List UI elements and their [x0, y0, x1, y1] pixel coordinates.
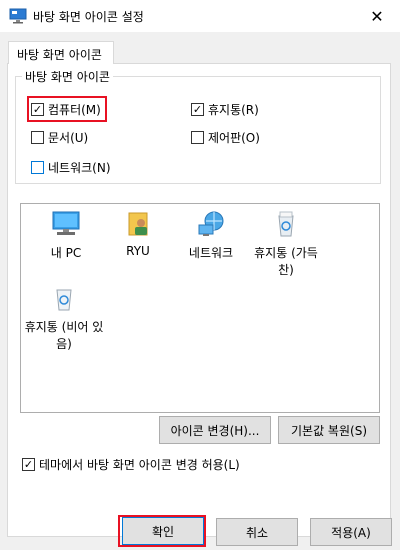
list-item-network[interactable]: 네트워크 — [170, 210, 252, 261]
tab-label: 바탕 화면 아이콘 — [17, 48, 102, 62]
desktop-settings-icon — [9, 8, 27, 24]
checkbox-network[interactable]: 네트워크(N) — [31, 159, 111, 176]
computer-icon — [52, 211, 80, 235]
checkbox-network-label: 네트워크(N) — [48, 161, 111, 175]
change-icon-button[interactable]: 아이콘 변경(H)... — [159, 416, 271, 444]
checkbox-box[interactable] — [31, 161, 44, 174]
list-item-label: RYU — [126, 244, 150, 258]
checkbox-control-panel[interactable]: 제어판(O) — [191, 129, 260, 146]
checkbox-recycle-bin-label: 휴지통(R) — [208, 103, 259, 117]
icon-list[interactable]: 내 PC RYU 네트워크 휴지통 (가득 찬) 휴지통 (비어 있음) — [20, 203, 380, 413]
title-bar: 바탕 화면 아이콘 설정 ✕ — [0, 0, 400, 32]
list-item-label: 휴지통 (비어 있음) — [24, 320, 104, 351]
restore-default-label: 기본값 복원(S) — [291, 423, 367, 438]
group-label: 바탕 화면 아이콘 — [22, 68, 113, 85]
window-title: 바탕 화면 아이콘 설정 — [33, 10, 144, 24]
checkbox-allow-theme-change[interactable]: ✓ 테마에서 바탕 화면 아이콘 변경 허용(L) — [22, 456, 240, 473]
close-icon: ✕ — [370, 6, 384, 26]
cancel-label: 취소 — [245, 525, 269, 540]
recycle-bin-full-icon — [278, 211, 294, 237]
list-item-this-pc[interactable]: 내 PC — [25, 210, 107, 261]
checkbox-documents-label: 문서(U) — [48, 131, 89, 145]
dialog-client-area: 바탕 화면 아이콘 바탕 화면 아이콘 ✓ 컴퓨터(M) ✓ 휴지통(R) 문서… — [0, 32, 400, 550]
checkbox-box[interactable]: ✓ — [191, 103, 204, 116]
checkbox-control-panel-label: 제어판(O) — [208, 131, 260, 145]
checkbox-box[interactable] — [31, 131, 44, 144]
tab-desktop-icons[interactable]: 바탕 화면 아이콘 — [8, 41, 114, 64]
list-item-user-folder[interactable]: RYU — [97, 210, 179, 258]
recycle-bin-empty-icon — [56, 289, 72, 311]
list-item-label: 내 PC — [50, 246, 82, 260]
list-item-recycle-bin-empty[interactable]: 휴지통 (비어 있음) — [23, 284, 105, 352]
list-item-label: 네트워크 — [188, 246, 234, 260]
checkbox-box[interactable]: ✓ — [22, 458, 35, 471]
checkbox-allow-theme-change-label: 테마에서 바탕 화면 아이콘 변경 허용(L) — [39, 458, 240, 472]
cancel-button[interactable]: 취소 — [216, 518, 298, 546]
checkbox-recycle-bin[interactable]: ✓ 휴지통(R) — [191, 101, 259, 118]
list-item-label: 휴지통 (가득 찬) — [254, 246, 318, 277]
highlight-box-computer — [27, 96, 107, 122]
user-folder-icon — [128, 212, 148, 236]
change-icon-label: 아이콘 변경(H)... — [170, 423, 260, 438]
apply-button[interactable]: 적용(A) — [310, 518, 392, 546]
close-button[interactable]: ✕ — [354, 0, 400, 32]
highlight-box-ok — [118, 515, 206, 547]
apply-label: 적용(A) — [331, 525, 371, 540]
list-item-recycle-bin-full[interactable]: 휴지통 (가득 찬) — [246, 210, 326, 278]
checkbox-documents[interactable]: 문서(U) — [31, 129, 88, 146]
checkbox-box[interactable] — [191, 131, 204, 144]
network-icon — [198, 211, 224, 236]
restore-default-button[interactable]: 기본값 복원(S) — [278, 416, 380, 444]
